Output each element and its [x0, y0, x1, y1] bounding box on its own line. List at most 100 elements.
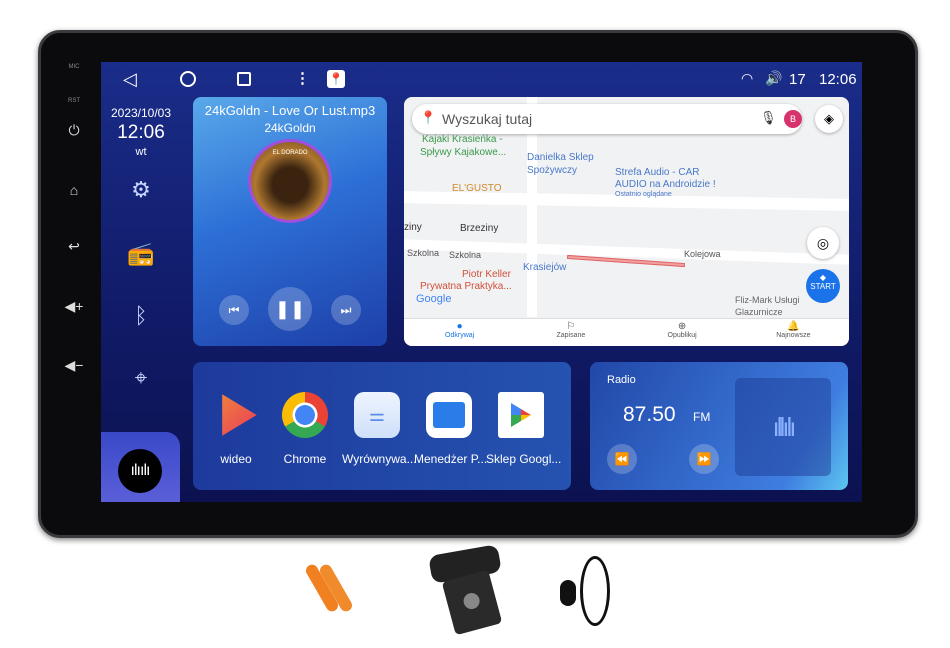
volume-up-button-icon[interactable]: ◀+	[60, 298, 88, 315]
app-label: Chrome	[283, 452, 327, 466]
volume-level: 17	[789, 71, 806, 88]
app-equalizer[interactable]: ⚌ Wyrównywa...	[342, 392, 417, 466]
settings-icon[interactable]: ⚙	[127, 176, 155, 204]
seek-forward-button[interactable]: ⏩	[689, 444, 719, 474]
clock-widget: 2023/10/03 12:06 wt	[101, 106, 181, 158]
tab-label: Zapisane	[556, 332, 586, 339]
clock: 12:06	[117, 122, 165, 143]
place-label[interactable]: Kajaki Krasieńka -	[422, 134, 503, 145]
start-label: START	[810, 282, 836, 291]
nav-tab-odkrywaj[interactable]: ● Odkrywaj	[404, 319, 515, 346]
home-nav-icon[interactable]	[180, 71, 196, 87]
screen: ◁ ⋮ 📍 ◠ 🔊 17 12:06 2023/10/03 12:06 wt ⚙…	[101, 62, 862, 502]
nav-tab-zapisane[interactable]: ⚐ Zapisane	[515, 319, 626, 346]
avatar[interactable]: B	[784, 110, 802, 128]
seek-back-button[interactable]: ⏪	[607, 444, 637, 474]
place-label[interactable]: Piotr Keller	[462, 269, 511, 280]
google-maps-widget[interactable]: 📍 Wyszukaj tutaj 🎙 B ◈ Kajaki Krasieńka …	[404, 97, 849, 346]
app-play-store[interactable]: Sklep Googl...	[486, 392, 561, 466]
rear-camera-image	[441, 569, 503, 636]
app-chrome[interactable]: Chrome	[270, 392, 340, 466]
street-label: Kolejowa	[684, 249, 721, 259]
my-location-button[interactable]: ◎	[807, 227, 839, 259]
place-label[interactable]: Danielka Sklep	[527, 152, 594, 163]
plus-circle-icon: ⊕	[677, 321, 687, 332]
place-label[interactable]: EL'GUSTO	[452, 183, 502, 194]
tab-label: Odkrywaj	[445, 332, 475, 339]
track-artist: 24kGoldn	[264, 121, 316, 135]
app-label: Menedżer P...	[414, 452, 488, 466]
radio-frequency: 87.50	[623, 403, 676, 426]
street-label: Szkolna	[407, 248, 440, 258]
status-time: 12:06	[819, 71, 857, 88]
menu-icon[interactable]: ⋮	[295, 69, 310, 87]
search-input[interactable]: Wyszukaj tutaj	[442, 111, 532, 127]
volume-icon[interactable]: 🔊	[765, 70, 782, 87]
bookmark-icon: ⚐	[566, 321, 576, 332]
layers-icon[interactable]: ◈	[815, 105, 843, 133]
street-label: Brzeziny	[460, 223, 499, 234]
reset-button[interactable]: RST	[60, 98, 88, 104]
recents-nav-icon[interactable]	[237, 72, 251, 86]
place-label[interactable]: Krasiejów	[523, 262, 566, 273]
app-label: Wyrównywa...	[342, 452, 417, 466]
home-hw-button-icon[interactable]: ⌂	[60, 182, 88, 198]
location-icon[interactable]: ⌖	[127, 364, 155, 392]
nav-tab-opublikuj[interactable]: ⊕ Opublikuj	[627, 319, 738, 346]
weekday: wt	[135, 146, 147, 158]
search-bar[interactable]: 📍 Wyszukaj tutaj 🎙 B	[412, 104, 802, 134]
tab-label: Najnowsze	[776, 332, 811, 339]
voice-panel: ılıılı	[101, 432, 180, 502]
radio-title: Radio	[607, 374, 636, 386]
music-widget[interactable]: 24kGoldn - Love Or Lust.mp3 24kGoldn EL …	[193, 97, 387, 346]
back-nav-icon[interactable]: ◁	[123, 69, 137, 90]
microphone-image	[560, 580, 576, 606]
camera-lens	[461, 591, 482, 611]
place-label[interactable]: Strefa Audio - CAR	[615, 167, 699, 178]
place-label[interactable]: Spożywczy	[527, 165, 577, 176]
volume-down-button-icon[interactable]: ◀−	[60, 357, 88, 374]
microphone-cable-image	[580, 556, 610, 626]
wifi-icon: ◠	[741, 70, 754, 86]
voice-assistant-button[interactable]: ılıılı	[118, 449, 162, 493]
app-label: wideo	[220, 452, 252, 466]
maps-logo-icon: 📍	[420, 110, 437, 125]
power-button-icon[interactable]: ⏻	[60, 122, 88, 139]
album-art-text: EL DORADO	[272, 150, 308, 156]
google-logo: Google	[416, 293, 452, 305]
place-label[interactable]: Glazurnicze	[735, 307, 783, 317]
bluetooth-icon[interactable]: ᛒ	[127, 302, 155, 330]
radio-band: FM	[693, 410, 711, 424]
folder-icon	[433, 402, 465, 428]
start-navigation-button[interactable]: ◆ START	[806, 269, 840, 303]
place-label[interactable]: Spływy Kajakowe...	[420, 147, 506, 158]
play-store-icon	[511, 403, 531, 427]
sound-wave-icon: ıllılı	[735, 378, 831, 476]
place-label: Ostatnio oglądane	[615, 191, 672, 198]
equalizer-icon: ⚌	[354, 392, 400, 438]
app-launcher: wideo Chrome ⚌ Wyrównywa... Menedżer P...…	[193, 362, 571, 490]
place-label[interactable]: Fliz-Mark Usługi	[735, 295, 800, 305]
place-label[interactable]: AUDIO na Androidzie !	[615, 179, 716, 190]
street-label: ziny	[404, 222, 422, 233]
maps-shortcut-icon[interactable]: 📍	[327, 70, 345, 88]
nav-tab-najnowsze[interactable]: 🔔 Najnowsze	[738, 319, 849, 346]
back-hw-button-icon[interactable]: ↩	[60, 238, 88, 255]
app-wideo[interactable]: wideo	[201, 392, 271, 466]
track-title: 24kGoldn - Love Or Lust.mp3	[204, 103, 376, 118]
video-icon	[222, 394, 257, 436]
microphone-icon[interactable]: 🎙	[760, 110, 777, 126]
previous-track-button[interactable]: ⏮	[219, 295, 249, 325]
street-label: Szkolna	[449, 250, 482, 260]
pause-button[interactable]: ❚❚	[268, 287, 312, 331]
bell-icon: 🔔	[787, 321, 800, 332]
mic-label: MIC	[68, 64, 80, 70]
radio-icon[interactable]: 📻	[127, 240, 155, 268]
maps-bottom-nav: ● Odkrywaj ⚐ Zapisane ⊕ Opublikuj 🔔 Najnowsz…	[404, 318, 849, 346]
app-file-manager[interactable]: Menedżer P...	[414, 392, 488, 466]
next-track-button[interactable]: ⏭	[331, 295, 361, 325]
album-art: EL DORADO	[248, 139, 332, 223]
tab-label: Opublikuj	[667, 332, 697, 339]
radio-widget[interactable]: Radio 87.50 FM ⏪ ⏩ ıllılı	[590, 362, 848, 490]
place-label[interactable]: Prywatna Praktyka...	[420, 281, 512, 292]
